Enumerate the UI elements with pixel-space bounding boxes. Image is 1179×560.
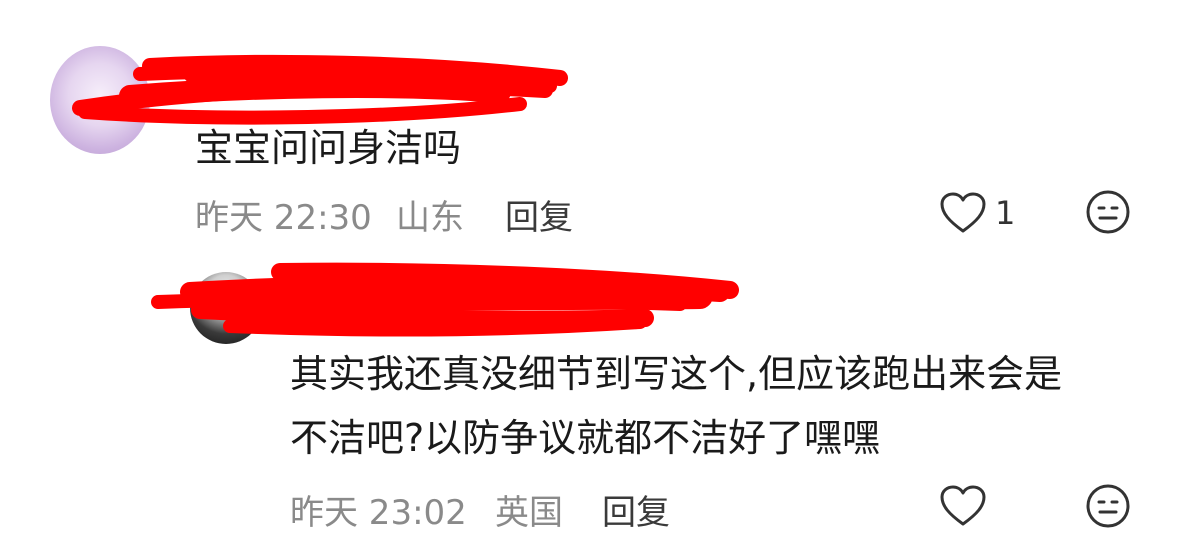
comment-text: 不洁吧?以防争议就都不洁好了嘿嘿 [290,416,881,460]
avatar[interactable] [190,272,262,344]
heart-icon[interactable] [939,191,987,235]
comment-location: 英国 [495,493,563,533]
heart-icon[interactable] [939,484,987,528]
emoji-icon[interactable] [1084,482,1132,530]
like-count: 1 [995,194,1016,232]
redaction-scribble [72,54,739,337]
comment-time: 昨天 23:02 [290,493,467,533]
reply-button[interactable]: 回复 [602,485,670,534]
comment-time: 昨天 22:30 [195,198,372,238]
reply-button[interactable]: 回复 [505,190,573,239]
comment-text: 宝宝问问身洁吗 [195,126,462,170]
comment-location: 山东 [396,198,464,238]
avatar[interactable] [50,46,150,154]
comment-text: 其实我还真没细节到写这个,但应该跑出来会是 [290,352,1063,396]
emoji-icon[interactable] [1084,188,1132,236]
